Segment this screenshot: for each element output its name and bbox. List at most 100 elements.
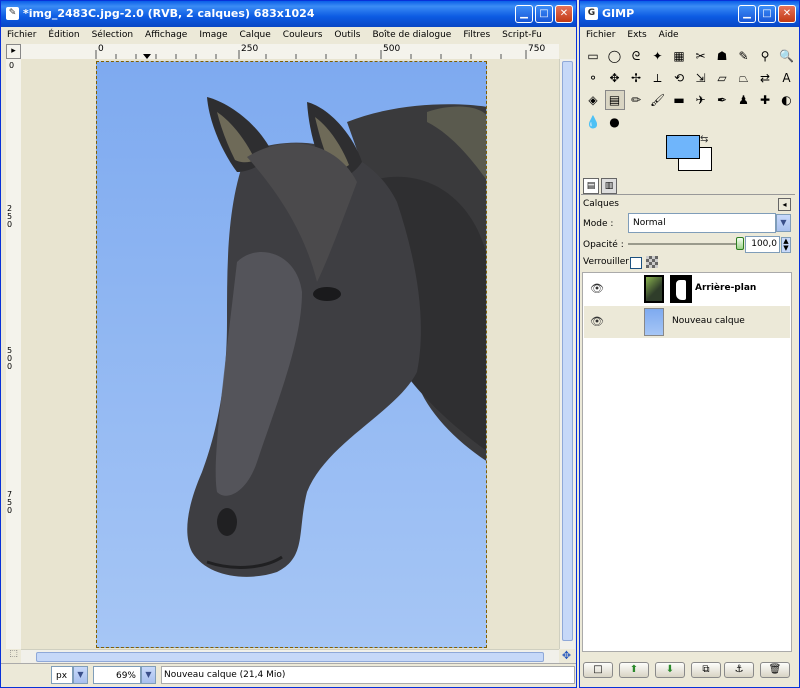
horizontal-scrollbar[interactable] bbox=[21, 649, 559, 664]
opacity-spin-icon[interactable]: ▲ ▼ bbox=[781, 237, 791, 253]
shear-icon[interactable]: ▱ bbox=[712, 68, 732, 88]
layer-name[interactable]: Arrière-plan bbox=[695, 283, 756, 293]
convolve-icon[interactable]: ◐ bbox=[777, 90, 797, 110]
layer-row-nouveau-calque[interactable]: 👁 Nouveau calque bbox=[584, 306, 790, 338]
horizontal-ruler[interactable]: 0 250 500 750 bbox=[21, 44, 559, 60]
channels-tab-icon[interactable]: ▥ bbox=[601, 178, 617, 194]
ruler-h-label-500: 500 bbox=[383, 44, 401, 54]
duplicate-layer-button[interactable]: ⧉ bbox=[691, 662, 721, 678]
unit-select[interactable]: px bbox=[51, 666, 73, 684]
zoom-dropdown-icon[interactable]: ▼ bbox=[141, 666, 156, 684]
opacity-slider-track[interactable] bbox=[628, 243, 740, 245]
ruler-v-label-250: 250 bbox=[7, 204, 13, 229]
ink-icon[interactable]: ✒ bbox=[712, 90, 732, 110]
menu-filtres[interactable]: Filtres bbox=[463, 30, 490, 40]
quick-mask-icon[interactable]: ⬚ bbox=[6, 649, 21, 663]
lock-pixels-checkbox[interactable] bbox=[630, 257, 642, 269]
image-window-titlebar[interactable]: ✎ *img_2483C.jpg-2.0 (RVB, 2 calques) 68… bbox=[1, 1, 576, 27]
menu-edition[interactable]: Édition bbox=[48, 30, 79, 40]
minimize-icon[interactable]: ▁ bbox=[515, 5, 533, 23]
zoom-field[interactable]: 69% bbox=[93, 666, 141, 684]
gimp-window-titlebar[interactable]: G GIMP ▁ □ ✕ bbox=[580, 1, 799, 27]
ellipse-select-icon[interactable]: ◯ bbox=[605, 46, 625, 66]
menu-couleurs[interactable]: Couleurs bbox=[283, 30, 323, 40]
maximize-icon[interactable]: □ bbox=[535, 5, 553, 23]
zoom-icon[interactable]: 🔍 bbox=[777, 46, 797, 66]
rotate-icon[interactable]: ⟲ bbox=[669, 68, 689, 88]
visibility-eye-icon[interactable]: 👁 bbox=[590, 315, 604, 329]
menu-fichier[interactable]: Fichier bbox=[586, 30, 615, 40]
menu-fichier[interactable]: Fichier bbox=[7, 30, 36, 40]
opacity-slider-handle[interactable] bbox=[736, 237, 744, 250]
menu-affichage[interactable]: Affichage bbox=[145, 30, 187, 40]
menu-selection[interactable]: Sélection bbox=[92, 30, 133, 40]
menu-outils[interactable]: Outils bbox=[334, 30, 360, 40]
lasso-icon[interactable]: ᘓ bbox=[626, 46, 646, 66]
delete-layer-button[interactable]: 🗑 bbox=[760, 662, 790, 678]
menu-aide[interactable]: Aide bbox=[659, 30, 679, 40]
layers-tab-icon[interactable]: ▤ bbox=[583, 178, 599, 194]
dodge-burn-icon[interactable]: ● bbox=[605, 112, 625, 132]
vertical-scroll-thumb[interactable] bbox=[562, 61, 573, 641]
menu-boite-de-dialogue[interactable]: Boîte de dialogue bbox=[372, 30, 451, 40]
image-canvas[interactable] bbox=[96, 61, 487, 648]
layer-name[interactable]: Nouveau calque bbox=[672, 316, 745, 326]
close-icon[interactable]: ✕ bbox=[555, 5, 573, 23]
lower-layer-button[interactable]: ⬇ bbox=[655, 662, 685, 678]
mode-select[interactable]: Normal bbox=[628, 213, 776, 233]
swap-colors-icon[interactable]: ⇆ bbox=[700, 134, 708, 145]
new-layer-button[interactable]: □ bbox=[583, 662, 613, 678]
opacity-input[interactable]: 100,0 bbox=[745, 236, 780, 253]
crop-icon[interactable]: ⟂ bbox=[648, 68, 668, 88]
color-picker-icon[interactable]: ⚲ bbox=[755, 46, 775, 66]
close-icon[interactable]: ✕ bbox=[778, 5, 796, 23]
magic-wand-icon[interactable]: ✦ bbox=[648, 46, 668, 66]
pencil-icon[interactable]: ✏ bbox=[626, 90, 646, 110]
foreground-select-icon[interactable]: ☗ bbox=[712, 46, 732, 66]
menu-calque[interactable]: Calque bbox=[240, 30, 271, 40]
scale-icon[interactable]: ⇲ bbox=[691, 68, 711, 88]
eraser-icon[interactable]: ▬ bbox=[669, 90, 689, 110]
layer-mask-thumbnail[interactable] bbox=[670, 275, 692, 303]
text-icon[interactable]: A bbox=[777, 68, 797, 88]
vertical-ruler[interactable]: 0 250 500 750 bbox=[6, 59, 22, 649]
perspective-icon[interactable]: ⏢ bbox=[734, 68, 754, 88]
layer-row-arriere-plan[interactable]: 👁 Arrière-plan bbox=[584, 273, 790, 305]
minimize-icon[interactable]: ▁ bbox=[738, 5, 756, 23]
raise-layer-button[interactable]: ⬆ bbox=[619, 662, 649, 678]
clone-icon[interactable]: ♟ bbox=[734, 90, 754, 110]
menu-script-fu[interactable]: Script-Fu bbox=[502, 30, 542, 40]
smudge-icon[interactable]: 💧 bbox=[583, 112, 603, 132]
rect-select-icon[interactable]: ▭ bbox=[583, 46, 603, 66]
dialog-menu-icon[interactable]: ◂ bbox=[778, 198, 791, 211]
maximize-icon[interactable]: □ bbox=[758, 5, 776, 23]
flip-icon[interactable]: ⇄ bbox=[755, 68, 775, 88]
horizontal-scroll-thumb[interactable] bbox=[36, 652, 544, 662]
heal-icon[interactable]: ✚ bbox=[755, 90, 775, 110]
move-icon[interactable]: ✥ bbox=[605, 68, 625, 88]
layer-thumbnail bbox=[644, 308, 664, 336]
canvas-area[interactable] bbox=[21, 59, 559, 649]
airbrush-icon[interactable]: ✈ bbox=[691, 90, 711, 110]
navigate-icon[interactable]: ✥ bbox=[559, 649, 574, 663]
mode-dropdown-icon[interactable]: ▼ bbox=[776, 214, 791, 232]
bucket-fill-icon[interactable]: ◈ bbox=[583, 90, 603, 110]
ruler-h-label-750: 750 bbox=[528, 44, 546, 54]
ruler-corner[interactable]: ▸ bbox=[6, 44, 21, 59]
vertical-scrollbar[interactable] bbox=[559, 59, 575, 649]
measure-icon[interactable]: ⚬ bbox=[583, 68, 603, 88]
toolbox: ▭ ◯ ᘓ ✦ ▦ ✂ ☗ ✎ ⚲ 🔍 ⚬ ✥ ✢ ⟂ ⟲ ⇲ ▱ ⏢ ⇄ A ◈ ▤ ✏ 🖌 ▬ ✈ ✒ ♟ ✚ ◐ 💧 ● bbox=[581, 46, 799, 136]
unit-dropdown-icon[interactable]: ▼ bbox=[73, 666, 88, 684]
align-icon[interactable]: ✢ bbox=[626, 68, 646, 88]
scissors-icon[interactable]: ✂ bbox=[691, 46, 711, 66]
visibility-eye-icon[interactable]: 👁 bbox=[590, 282, 604, 296]
menu-image[interactable]: Image bbox=[199, 30, 227, 40]
paths-icon[interactable]: ✎ bbox=[734, 46, 754, 66]
select-by-color-icon[interactable]: ▦ bbox=[669, 46, 689, 66]
paintbrush-icon[interactable]: 🖌 bbox=[648, 90, 668, 110]
lock-alpha-icon[interactable] bbox=[646, 256, 658, 268]
foreground-color-swatch[interactable] bbox=[666, 135, 700, 159]
menu-exts[interactable]: Exts bbox=[627, 30, 646, 40]
anchor-layer-button[interactable]: ⚓ bbox=[724, 662, 754, 678]
gradient-icon[interactable]: ▤ bbox=[604, 90, 625, 110]
